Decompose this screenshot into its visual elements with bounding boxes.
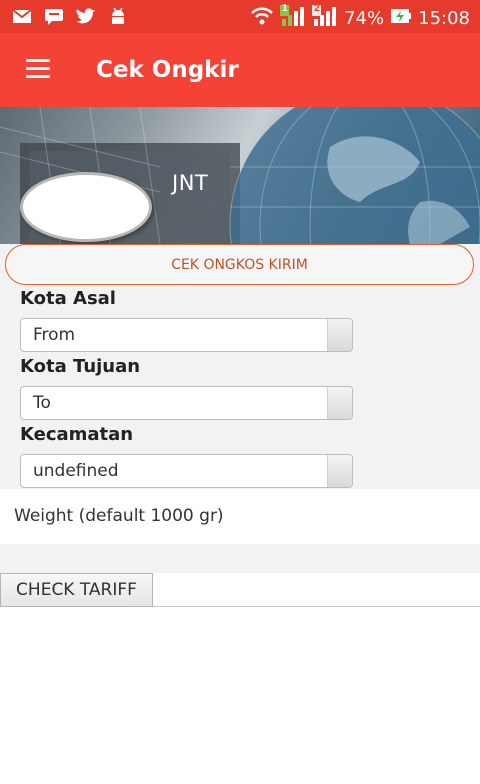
spacer (0, 544, 480, 573)
sim2-label: 2 (314, 3, 320, 14)
hamburger-menu-icon[interactable] (26, 57, 50, 81)
district-value: undefined (33, 461, 119, 481)
signal-sim2-icon: 2 (312, 3, 338, 32)
district-select[interactable]: undefined (20, 454, 353, 488)
notification-icons (12, 7, 128, 25)
weight-placeholder[interactable]: Weight (default 1000 gr) (14, 506, 224, 526)
battery-charging-icon (390, 7, 412, 30)
wifi-icon (250, 6, 274, 31)
dropdown-arrow-icon[interactable] (327, 319, 352, 351)
dropdown-arrow-icon[interactable] (327, 387, 352, 419)
origin-value: From (33, 325, 76, 345)
district-label: Kecamatan (20, 424, 134, 445)
origin-label: Kota Asal (20, 288, 116, 309)
destination-label: Kota Tujuan (20, 356, 141, 377)
divider (153, 606, 480, 607)
destination-value: To (33, 393, 51, 413)
status-bar: 1 2 74% 15:08 (0, 0, 480, 33)
courier-logo-avatar (20, 172, 152, 242)
courier-name: JNT (172, 171, 209, 195)
dropdown-arrow-icon[interactable] (327, 455, 352, 487)
signal-sim1-icon: 1 (280, 3, 306, 32)
gmail-icon (12, 7, 32, 25)
app-bar: Cek Ongkir (0, 33, 480, 107)
weight-input[interactable]: Weight (default 1000 gr) (0, 489, 480, 544)
check-tariff-button[interactable]: CHECK TARIFF (0, 573, 153, 607)
sim1-label: 1 (282, 3, 288, 14)
destination-select[interactable]: To (20, 386, 353, 420)
shipping-form: CEK ONGKOS KIRIM Kota Asal From Kota Tuj… (0, 244, 480, 489)
clock: 15:08 (418, 8, 470, 29)
app-title: Cek Ongkir (96, 57, 239, 83)
origin-select[interactable]: From (20, 318, 353, 352)
twitter-icon (76, 7, 96, 25)
android-icon (108, 7, 128, 25)
system-status: 1 2 74% 15:08 (250, 3, 470, 32)
battery-percent: 74% (344, 8, 385, 29)
check-shipping-cost-button[interactable]: CEK ONGKOS KIRIM (5, 244, 474, 285)
header-banner: JNT (0, 107, 480, 244)
chat-icon (44, 7, 64, 25)
